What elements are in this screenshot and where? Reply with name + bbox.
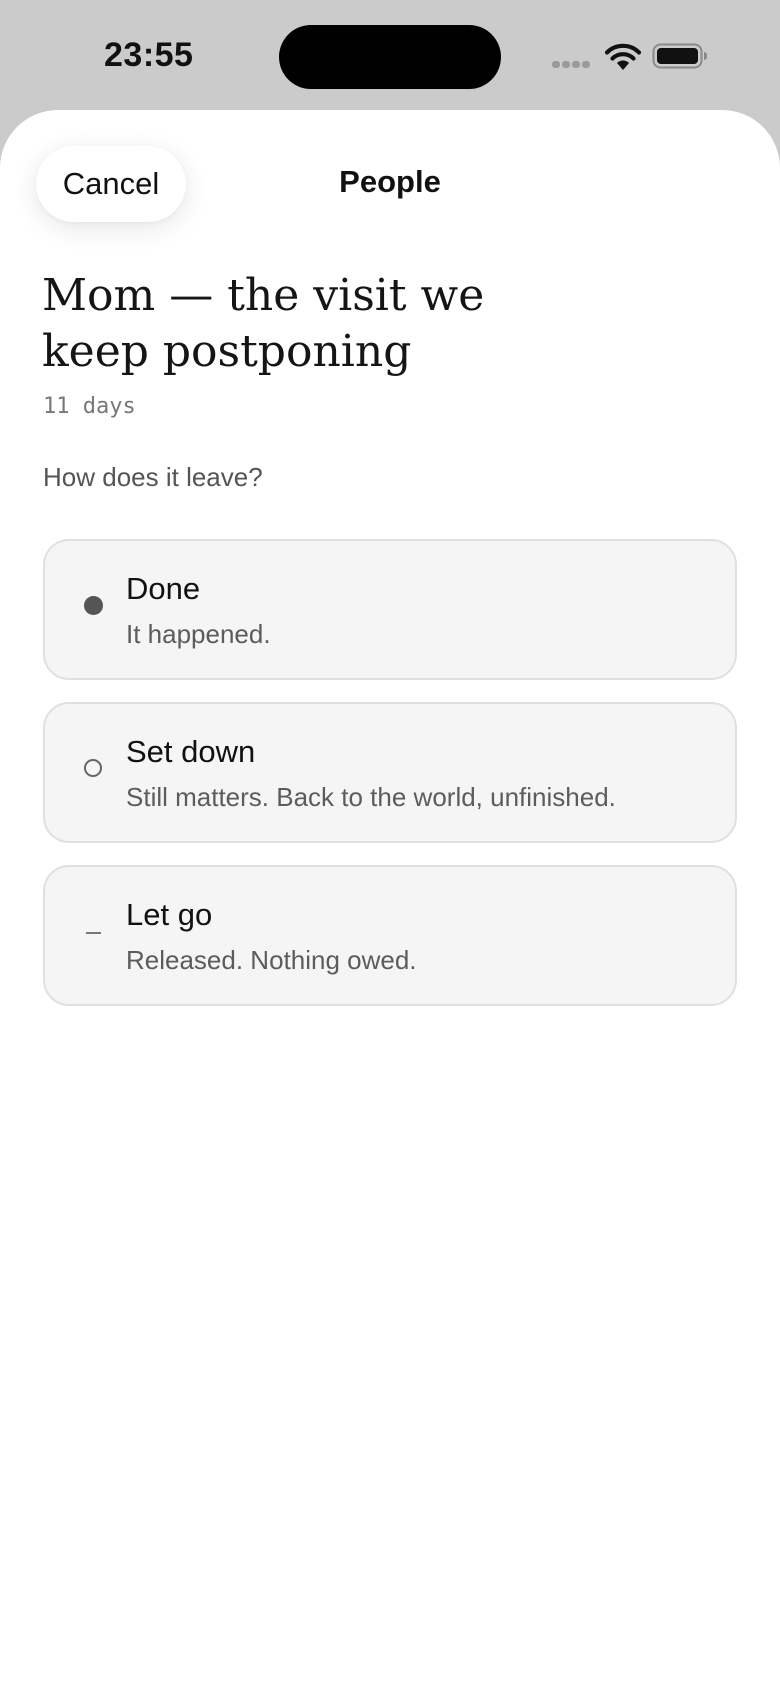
status-time: 23:55 xyxy=(104,36,194,74)
item-title: Mom — the visit we keep postponing xyxy=(42,270,485,377)
status-bar: 23:55 xyxy=(0,0,780,110)
option-description: Released. Nothing owed. xyxy=(126,945,417,975)
ring-icon xyxy=(81,756,105,780)
option-let-go[interactable]: Let go Released. Nothing owed. xyxy=(43,865,737,1006)
selected-dot-icon xyxy=(81,593,105,617)
signal-icon xyxy=(552,61,592,69)
option-set-down[interactable]: Set down Still matters. Back to the worl… xyxy=(43,702,737,843)
option-description: It happened. xyxy=(126,619,271,649)
option-label: Done xyxy=(126,571,201,606)
dynamic-island xyxy=(279,25,501,89)
option-description: Still matters. Back to the world, unfini… xyxy=(126,782,616,812)
screen: 23:55 Cancel People Mom — the visit we k… xyxy=(0,0,780,1695)
item-age: 11 days xyxy=(43,394,136,419)
option-label: Set down xyxy=(126,734,256,769)
options-list: Done It happened. Set down Still matters… xyxy=(43,539,737,1028)
wifi-icon xyxy=(604,43,642,70)
option-done[interactable]: Done It happened. xyxy=(43,539,737,680)
option-label: Let go xyxy=(126,897,213,932)
cancel-button[interactable]: Cancel xyxy=(36,146,186,222)
prompt-text: How does it leave? xyxy=(43,462,263,492)
modal-sheet: Cancel People Mom — the visit we keep po… xyxy=(0,110,780,1695)
battery-icon xyxy=(652,43,707,69)
dash-icon xyxy=(81,919,105,943)
